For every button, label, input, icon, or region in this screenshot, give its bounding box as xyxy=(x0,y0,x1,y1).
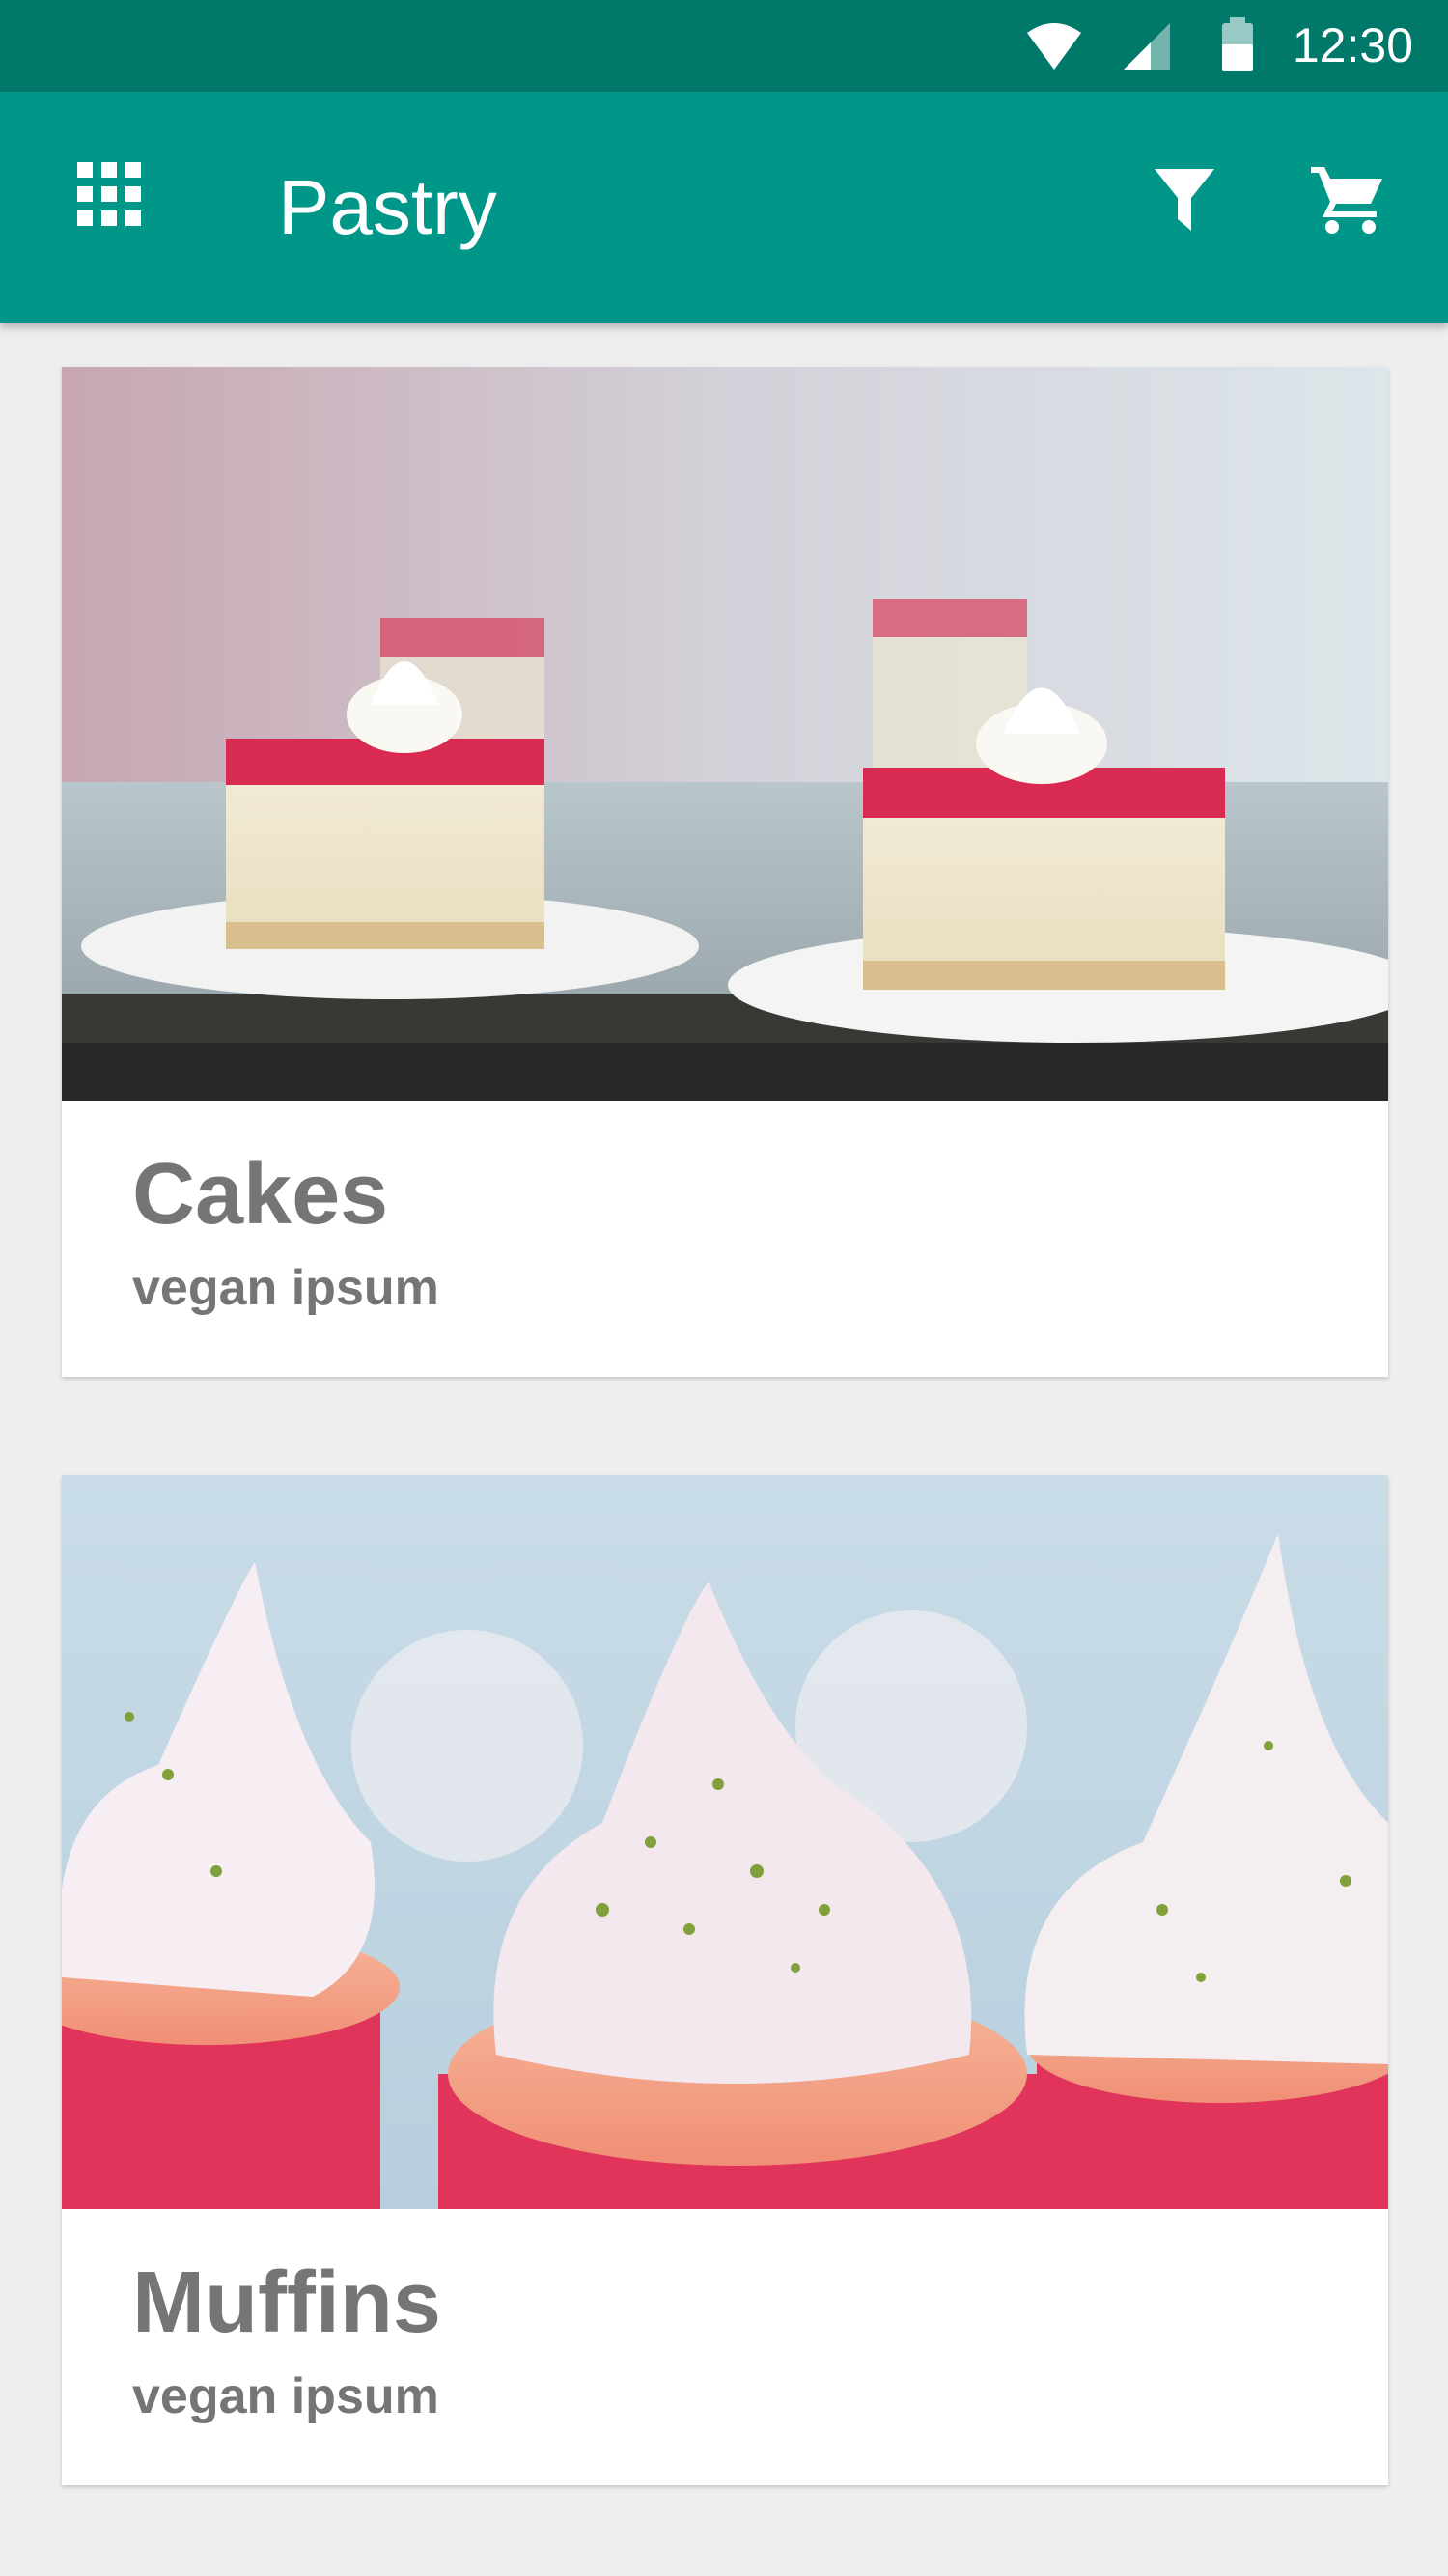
card-muffins[interactable]: Muffins vegan ipsum xyxy=(62,1475,1388,2485)
card-title: Muffins xyxy=(132,2254,441,2351)
muffins-text: Muffins vegan ipsum xyxy=(62,2209,1388,2485)
wifi-icon xyxy=(1027,23,1081,70)
page-title: Pastry xyxy=(278,164,497,250)
filter-icon[interactable] xyxy=(1153,167,1216,233)
card-subtitle: vegan ipsum xyxy=(132,1260,439,1316)
cellular-signal-icon xyxy=(1124,23,1170,70)
cakes-image xyxy=(62,367,1388,1101)
card-cakes[interactable]: Cakes vegan ipsum xyxy=(62,367,1388,1377)
card-subtitle: vegan ipsum xyxy=(132,2368,439,2424)
battery-icon xyxy=(1222,17,1253,71)
cakes-text: Cakes vegan ipsum xyxy=(62,1101,1388,1377)
status-bar: 12:30 xyxy=(0,0,1448,92)
status-time: 12:30 xyxy=(1292,18,1413,72)
card-title: Cakes xyxy=(132,1146,389,1243)
muffins-image xyxy=(62,1475,1388,2209)
grid-menu-icon[interactable] xyxy=(77,162,141,226)
shopping-cart-icon[interactable] xyxy=(1311,165,1384,235)
app-bar: Pastry xyxy=(0,92,1448,323)
